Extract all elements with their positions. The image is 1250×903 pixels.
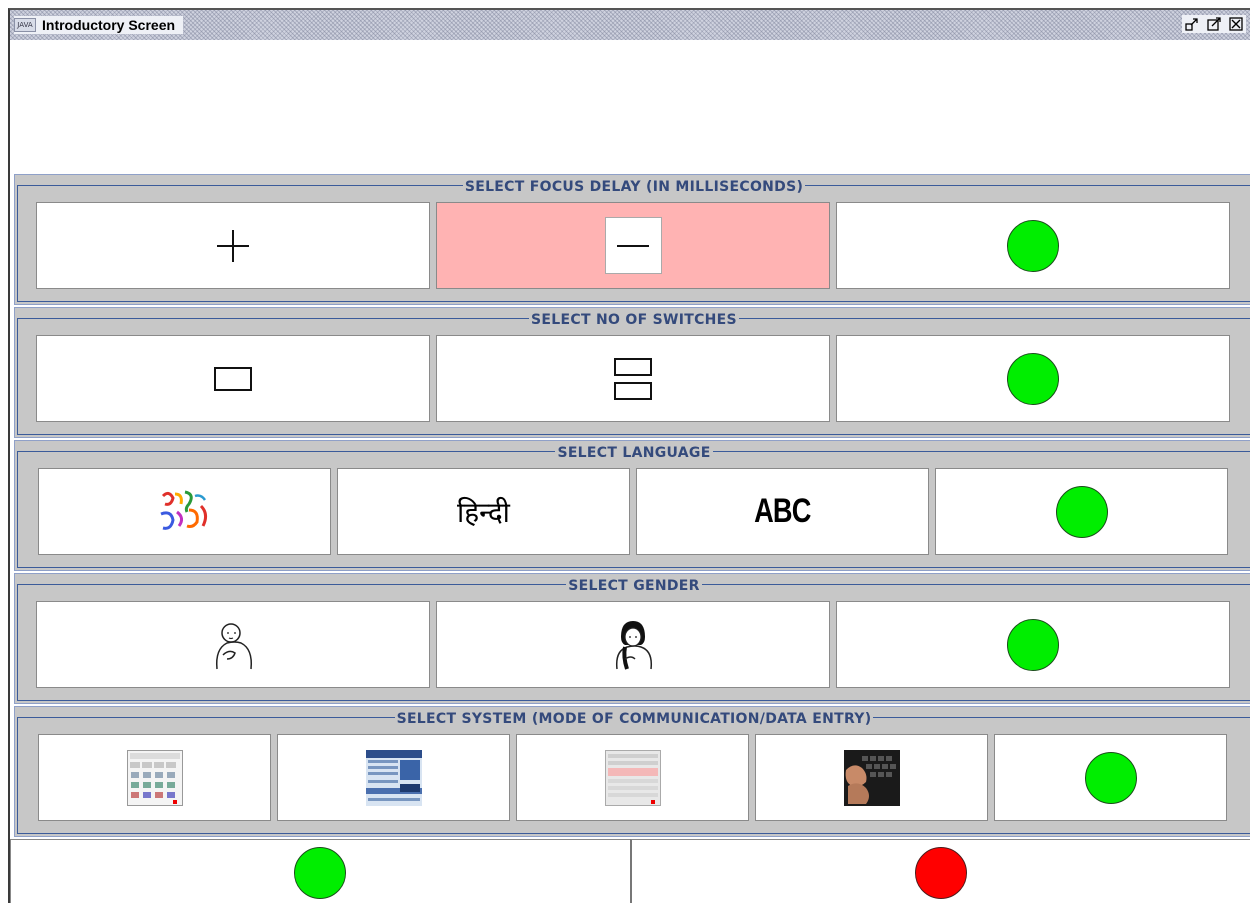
regional-script-icon [159,490,207,530]
confirm-gender-button[interactable] [836,601,1230,688]
close-icon[interactable] [1228,15,1244,33]
switches-options [36,335,1230,422]
window-title: Introductory Screen [42,17,176,33]
symbol-grid-system-button[interactable] [38,734,271,821]
focus-delay-options [36,202,1230,289]
confirm-focus-delay-button[interactable] [836,202,1230,289]
female-button[interactable] [436,601,830,688]
plus-icon [217,229,249,262]
gender-panel: SELECT GENDER [14,573,1250,704]
title-bar[interactable]: JAVA Introductory Screen [10,10,1250,40]
male-person-icon [215,622,253,669]
confirm-green-circle [1007,618,1059,671]
english-label: ABC [754,492,811,530]
double-switch-icon [614,357,652,400]
focus-delay-panel: SELECT FOCUS DELAY (IN MILLISECONDS) [14,174,1250,305]
system-options [38,734,1227,821]
table-list-system-icon [604,749,661,806]
switches-legend: SELECT NO OF SWITCHES [529,312,739,328]
blank-header-area [10,40,1250,174]
confirm-green-circle [1007,219,1059,272]
maximize-icon[interactable] [1206,15,1222,33]
symbol-grid-system-icon [126,749,183,806]
single-switch-icon [214,366,252,391]
ok-green-circle [294,846,347,899]
bottom-actions [10,839,1250,903]
introductory-screen-window: JAVA Introductory Screen SELECT FOCUS DE… [8,8,1250,903]
hindi-label: हिन्दी [457,495,510,529]
cancel-red-circle [914,846,967,899]
focus-delay-legend: SELECT FOCUS DELAY (IN MILLISECONDS) [462,179,806,195]
system-panel: SELECT SYSTEM (MODE OF COMMUNICATION/DAT… [14,706,1250,837]
window-controls [1182,15,1246,33]
confirm-switches-button[interactable] [836,335,1230,422]
confirm-language-button[interactable] [935,468,1228,555]
one-switch-button[interactable] [36,335,430,422]
panel-legend: SELECT SYSTEM (MODE OF COMMUNICATION/DAT… [15,708,1250,727]
java-app-icon: JAVA [14,18,36,32]
language-legend: SELECT LANGUAGE [555,445,713,461]
system-legend: SELECT SYSTEM (MODE OF COMMUNICATION/DAT… [394,711,874,727]
text-panel-system-icon [365,749,422,806]
minimize-icon[interactable] [1184,15,1200,33]
decrease-delay-button[interactable] [436,202,830,289]
keyboard-system-button[interactable] [755,734,988,821]
two-switches-button[interactable] [436,335,830,422]
male-button[interactable] [36,601,430,688]
confirm-green-circle [1007,352,1059,405]
switches-panel: SELECT NO OF SWITCHES [14,307,1250,438]
confirm-green-circle [1055,485,1108,538]
keyboard-typing-icon [843,749,900,806]
panel-legend: SELECT FOCUS DELAY (IN MILLISECONDS) [15,176,1250,195]
title-group: JAVA Introductory Screen [14,16,184,34]
regional-language-button[interactable] [38,468,331,555]
cancel-button[interactable] [629,839,1250,903]
language-options: हिन्दी ABC [38,468,1228,555]
english-language-button[interactable]: ABC [636,468,929,555]
confirm-system-button[interactable] [994,734,1227,821]
ok-button[interactable] [10,839,630,903]
female-person-icon [615,620,653,670]
minus-icon [604,217,662,274]
panel-legend: SELECT GENDER [15,575,1250,594]
gender-options [36,601,1230,688]
increase-delay-button[interactable] [36,202,430,289]
table-list-system-button[interactable] [516,734,749,821]
language-panel: SELECT LANGUAGE हिन्दी ABC [14,440,1250,571]
gender-legend: SELECT GENDER [566,578,702,594]
confirm-green-circle [1084,751,1137,804]
panel-legend: SELECT NO OF SWITCHES [15,309,1250,328]
panel-legend: SELECT LANGUAGE [15,442,1250,461]
text-panel-system-button[interactable] [277,734,510,821]
hindi-language-button[interactable]: हिन्दी [337,468,630,555]
